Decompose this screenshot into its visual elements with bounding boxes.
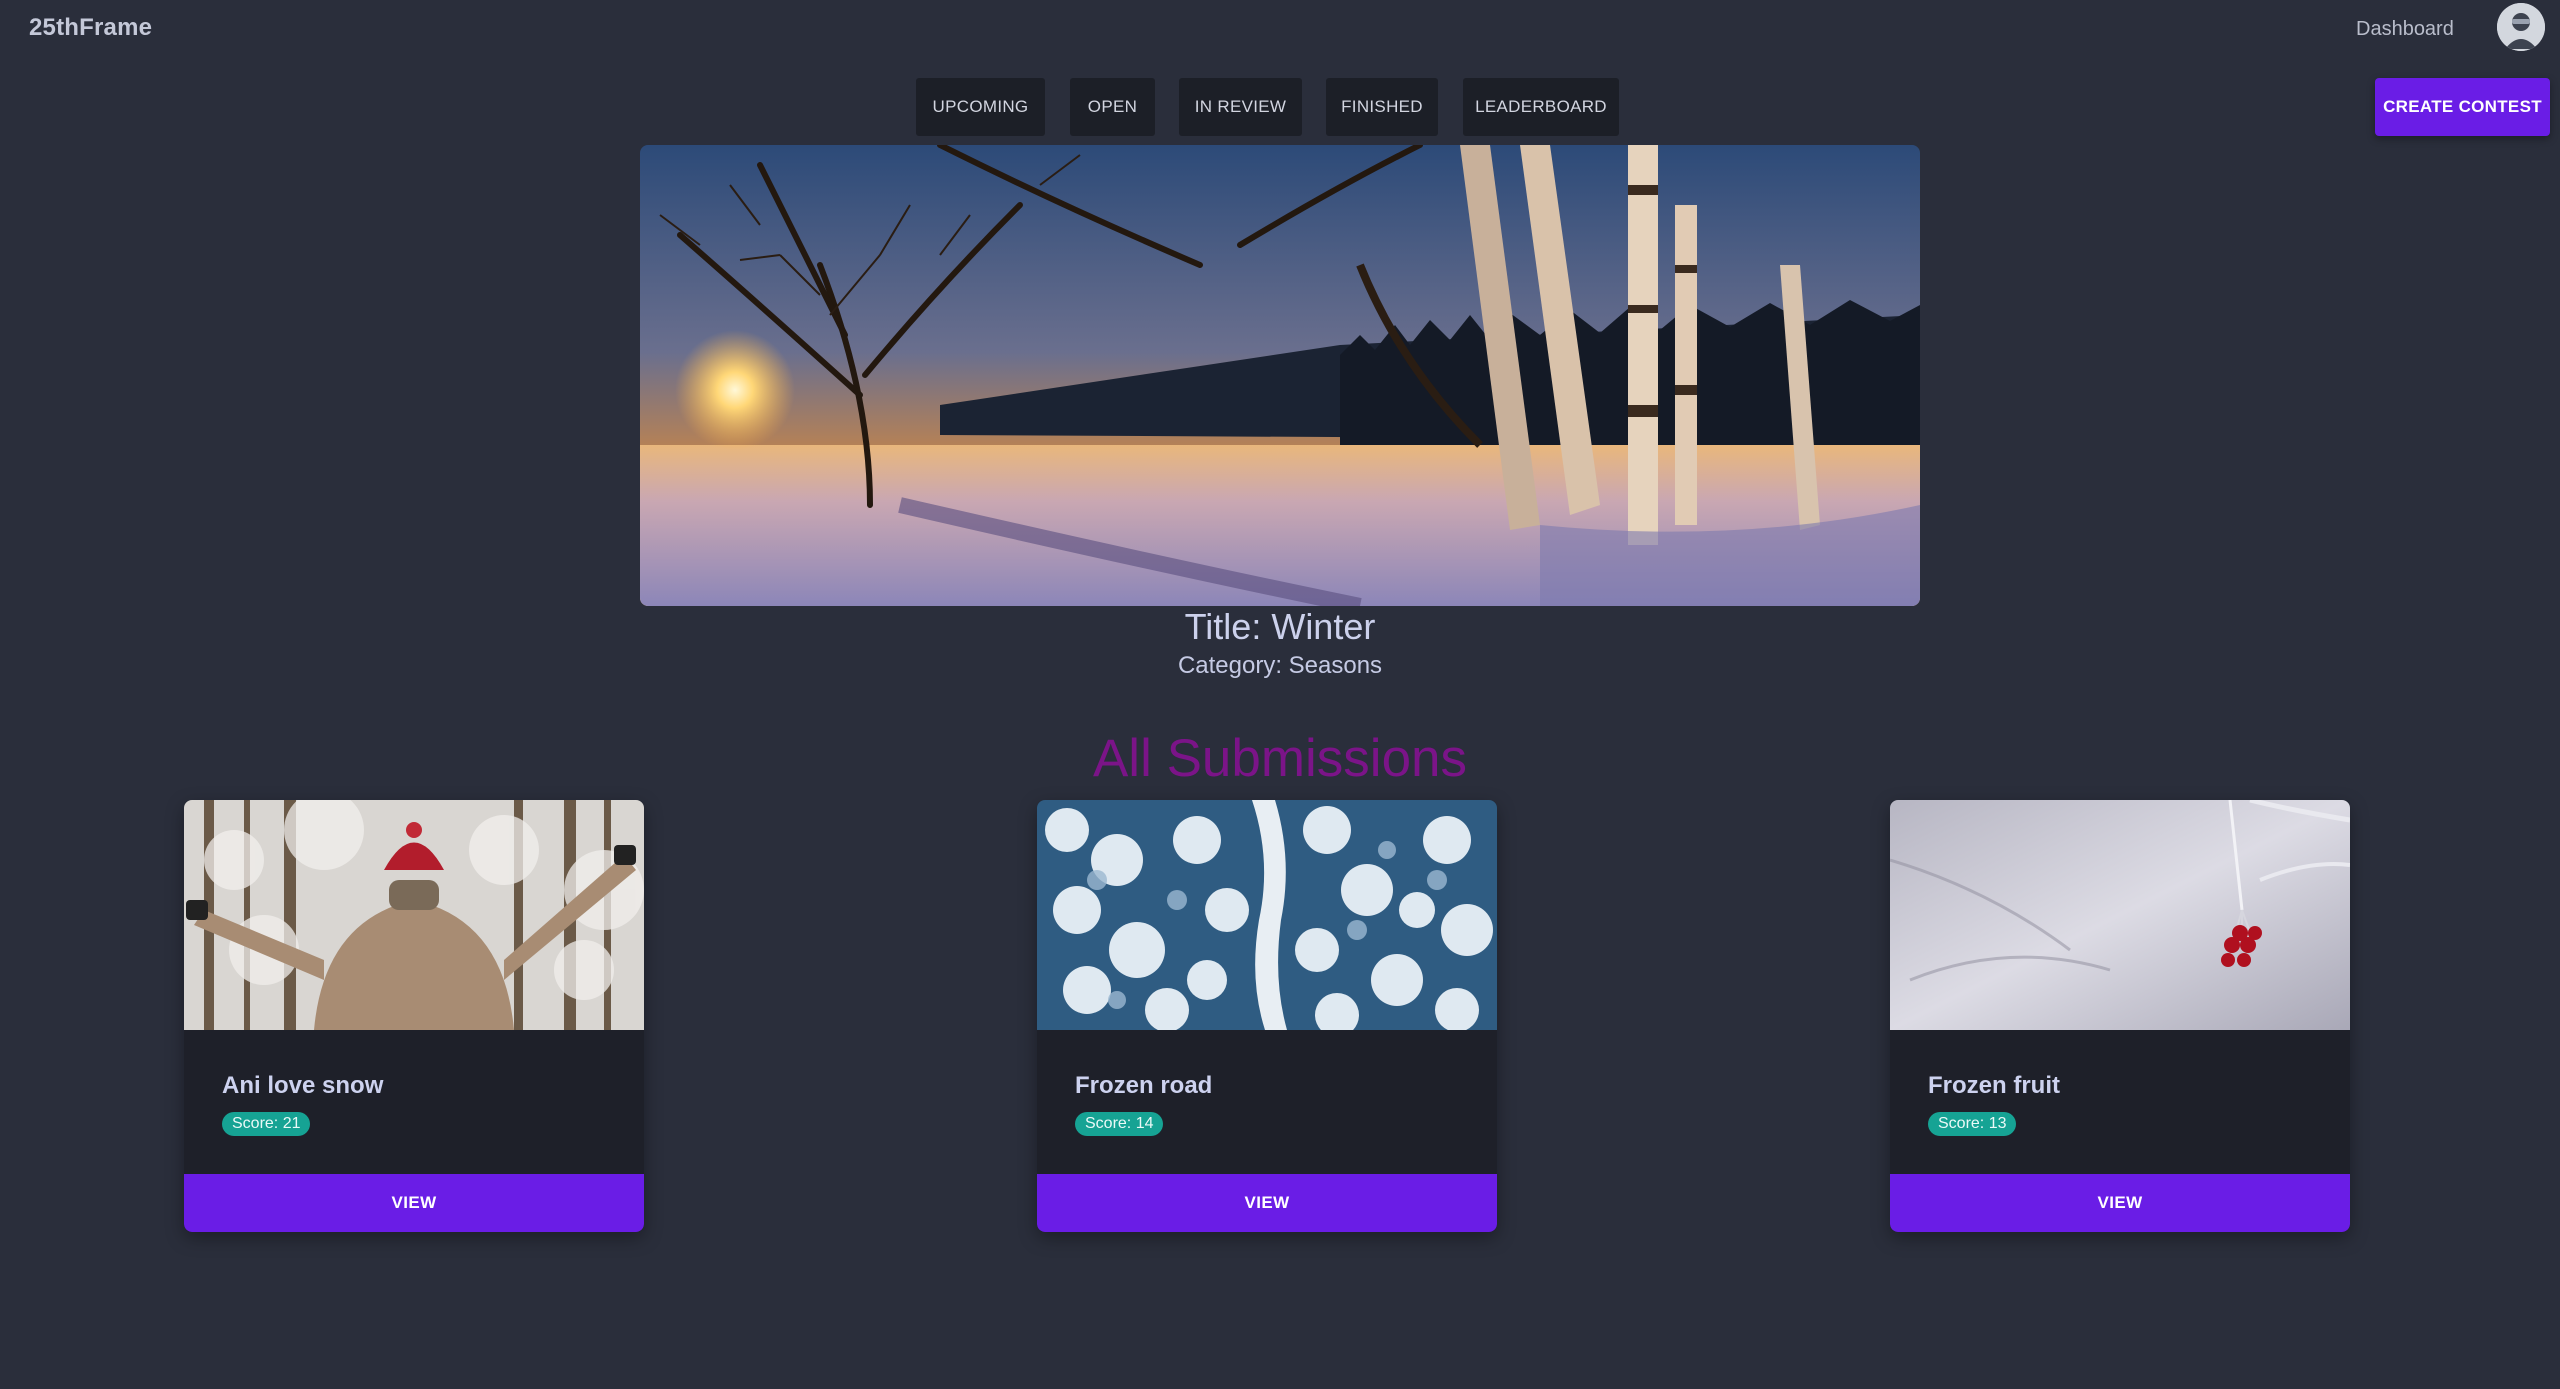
contest-category: Category: Seasons xyxy=(1177,652,1383,679)
submission-image xyxy=(1890,800,2350,1030)
card-body: Frozen fruit Score: 13 xyxy=(1890,1030,2350,1174)
score-badge: Score: 13 xyxy=(1928,1112,2017,1136)
view-button[interactable]: VIEW xyxy=(1890,1174,2350,1232)
tab-in-review[interactable]: IN REVIEW xyxy=(1179,78,1302,136)
submission-title: Frozen fruit xyxy=(1928,1072,2060,1099)
submission-image xyxy=(1037,800,1497,1030)
tab-open[interactable]: OPEN xyxy=(1070,78,1155,136)
view-button[interactable]: VIEW xyxy=(184,1174,644,1232)
submission-image xyxy=(184,800,644,1030)
dashboard-link[interactable]: Dashboard xyxy=(2356,18,2454,41)
user-avatar-icon[interactable] xyxy=(2497,3,2545,51)
submission-title: Ani love snow xyxy=(222,1072,384,1099)
card-body: Frozen road Score: 14 xyxy=(1037,1030,1497,1174)
tab-upcoming[interactable]: UPCOMING xyxy=(916,78,1045,136)
contest-title: Title: Winter xyxy=(1184,606,1376,647)
score-badge: Score: 14 xyxy=(1075,1112,1164,1136)
card-body: Ani love snow Score: 21 xyxy=(184,1030,644,1174)
submission-title: Frozen road xyxy=(1075,1072,1213,1099)
tab-finished[interactable]: FINISHED xyxy=(1326,78,1438,136)
create-contest-button[interactable]: CREATE CONTEST xyxy=(2375,78,2550,136)
submission-card: Frozen road Score: 14 VIEW xyxy=(1037,800,1497,1232)
brand-logo[interactable]: 25thFrame xyxy=(29,14,152,42)
page: 25thFrame Dashboard UPCOMING OPEN IN REV… xyxy=(0,0,2560,1389)
submission-card: Frozen fruit Score: 13 VIEW xyxy=(1890,800,2350,1232)
submission-card: Ani love snow Score: 21 VIEW xyxy=(184,800,644,1232)
score-badge: Score: 21 xyxy=(222,1112,311,1136)
view-button[interactable]: VIEW xyxy=(1037,1174,1497,1232)
contest-hero-image xyxy=(640,145,1920,606)
submissions-heading: All Submissions xyxy=(1092,729,1468,788)
tab-leaderboard[interactable]: LEADERBOARD xyxy=(1463,78,1619,136)
